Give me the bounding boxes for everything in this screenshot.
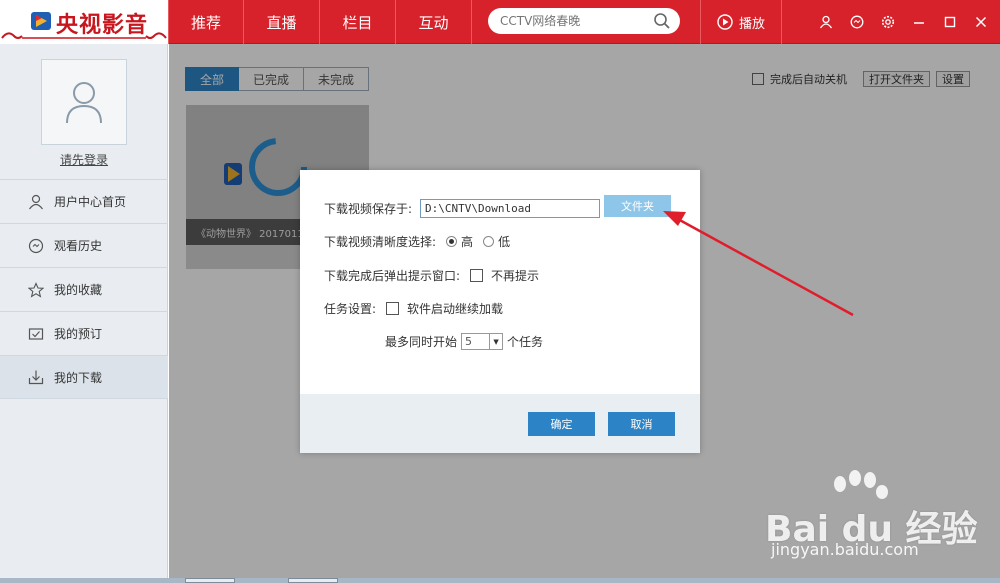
sidebar-item-label: 我的收藏 [54,283,103,297]
sidebar-item-user-center[interactable]: 用户中心首页 [0,179,168,223]
logo-swirl-decoration [1,32,167,39]
resume-on-start-label: 软件启动继续加载 [407,302,504,316]
sidebar-item-reservations[interactable]: 我的预订 [0,311,168,355]
window-controls [810,10,996,34]
nav-columns[interactable]: 栏目 [320,0,396,44]
task-label: 任务设置: [324,302,377,316]
save-path-input[interactable] [420,199,601,218]
download-settings-dialog: 下载视频保存于: 文件夹 下载视频清晰度选择: 高 低 下载完成后弹出提示窗口:… [300,170,700,453]
sidebar: 请先登录 用户中心首页 观看历史 我的收藏 我的预订 我的下载 [0,44,168,578]
taskbar-button[interactable] [288,578,338,583]
max-tasks-prefix: 最多同时开始 [385,335,458,349]
max-tasks-select[interactable]: 5 ▼ [461,333,504,350]
search-icon[interactable] [653,12,671,30]
cctv-logo-icon [31,12,51,30]
save-path-row: 下载视频保存于: [324,199,601,218]
save-path-label: 下载视频保存于: [324,202,413,216]
sidebar-item-favorites[interactable]: 我的收藏 [0,267,168,311]
search-box [488,8,680,34]
os-taskbar [0,578,1000,583]
quality-label: 下载视频清晰度选择: [324,235,437,249]
quality-low-radio[interactable] [483,236,495,247]
max-tasks-row: 最多同时开始 5 ▼ 个任务 [385,333,543,350]
search-input[interactable] [500,12,650,30]
quality-high-label: 高 [461,235,474,249]
quality-low-label: 低 [498,235,511,249]
popup-label: 下载完成后弹出提示窗口: [324,269,461,283]
no-popup-label: 不再提示 [491,269,540,283]
app-logo[interactable]: 央视影音 [0,0,168,44]
taskbar-button[interactable] [185,578,235,583]
user-icon[interactable] [810,10,841,34]
gear-icon[interactable] [872,10,903,34]
nav-recommend[interactable]: 推荐 [168,0,244,44]
no-popup-checkbox[interactable] [470,269,484,282]
minimize-icon[interactable] [903,10,934,34]
resume-on-start-checkbox[interactable] [386,302,400,315]
max-tasks-value: 5 [465,335,473,348]
play-label: 播放 [738,16,765,32]
popup-row: 下载完成后弹出提示窗口: 不再提示 [324,267,539,284]
sidebar-item-label: 我的预订 [54,327,103,341]
avatar-placeholder-icon [66,82,102,124]
reserve-icon [28,327,44,340]
chevron-down-icon: ▼ [489,334,502,349]
max-tasks-suffix: 个任务 [507,335,544,349]
sidebar-item-label: 我的下载 [54,370,103,385]
nav-interact[interactable]: 互动 [396,0,472,44]
download-icon [28,370,44,385]
play-circle-icon [717,14,733,30]
task-row: 任务设置: 软件启动继续加载 [324,300,503,317]
maximize-icon[interactable] [934,10,965,34]
main-nav: 推荐 直播 栏目 互动 [168,0,472,44]
close-icon[interactable] [965,10,996,34]
star-icon [28,281,44,298]
sidebar-item-downloads[interactable]: 我的下载 [0,355,168,399]
sidebar-item-history[interactable]: 观看历史 [0,223,168,267]
sidebar-item-label: 观看历史 [54,239,103,253]
message-icon[interactable] [841,10,872,34]
ok-button[interactable]: 确定 [528,412,595,436]
top-bar: 央视影音 推荐 直播 栏目 互动 播放 [0,0,1000,44]
quality-row: 下载视频清晰度选择: 高 低 [324,233,510,250]
nav-live[interactable]: 直播 [244,0,320,44]
cancel-button[interactable]: 取消 [608,412,675,436]
user-icon [29,194,43,209]
folder-button[interactable]: 文件夹 [604,195,671,217]
history-icon [28,238,44,253]
play-button[interactable]: 播放 [700,0,782,44]
sidebar-item-label: 用户中心首页 [54,195,127,209]
watermark-url: jingyan.baidu.com [771,540,919,559]
sidebar-menu: 用户中心首页 观看历史 我的收藏 我的预订 我的下载 [0,179,168,399]
baidu-watermark: Bai du 经验 jingyan.baidu.com [765,470,995,570]
avatar[interactable] [41,59,127,145]
login-link[interactable]: 请先登录 [0,151,168,168]
quality-high-radio[interactable] [446,236,458,247]
